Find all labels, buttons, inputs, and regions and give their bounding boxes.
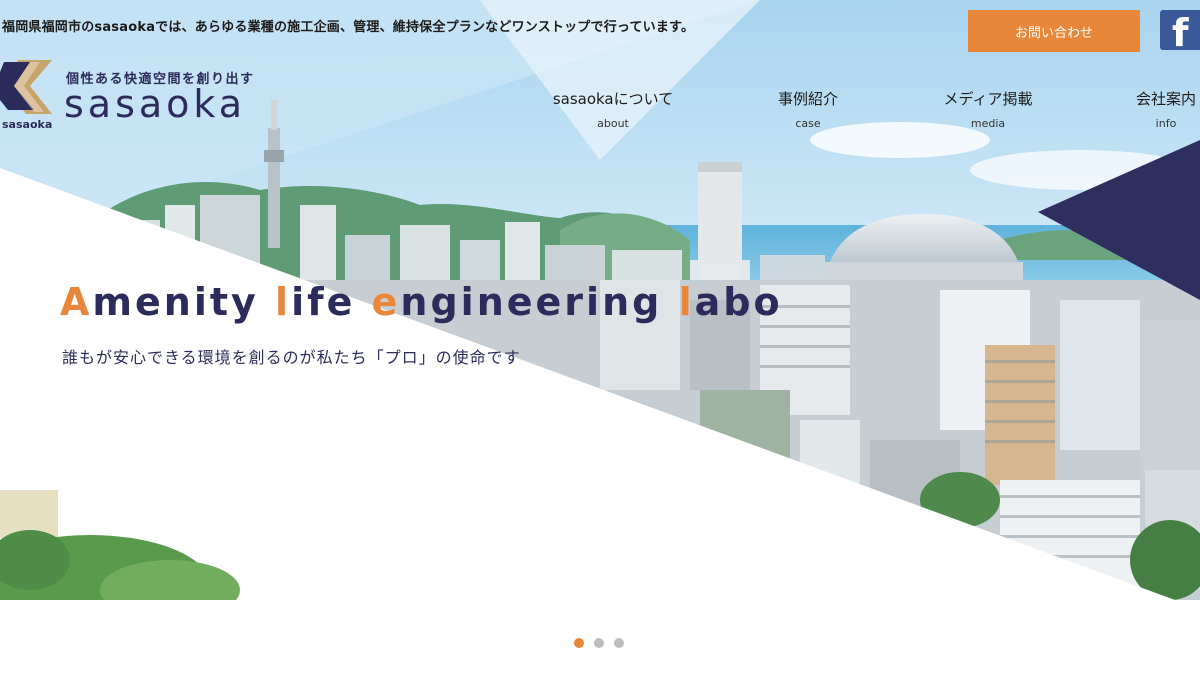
site-tagline: 福岡県福岡市のsasaokaでは、あらゆる業種の施工企画、管理、維持保全プランな… (2, 20, 695, 35)
headline-accent: A (60, 280, 93, 324)
facebook-button[interactable]: f (1160, 10, 1200, 50)
trees-image (0, 490, 240, 600)
facebook-icon: f (1172, 11, 1189, 50)
headline-accent: l (678, 280, 695, 324)
headline-text: abo (694, 280, 783, 324)
headline-text: ngineering (400, 280, 679, 324)
nav-item-case[interactable]: 事例紹介 case (778, 90, 838, 130)
nav-item-label: メディア掲載 (943, 90, 1033, 108)
main-nav: sasaokaについて about 事例紹介 case メディア掲載 media… (0, 90, 1200, 134)
nav-item-sublabel: media (970, 117, 1006, 130)
nav-item-sublabel: case (795, 117, 821, 130)
nav-item-sublabel: about (597, 117, 629, 130)
slider-dot-1[interactable] (574, 638, 584, 648)
nav-item-sublabel: info (1155, 117, 1177, 130)
nav-item-about[interactable]: sasaokaについて about (553, 90, 673, 130)
contact-button[interactable]: お問い合わせ (968, 10, 1140, 52)
nav-item-label: 会社案内 (1135, 90, 1197, 108)
headline-accent: e (371, 280, 401, 324)
headline-text: ife (291, 280, 372, 324)
nav-item-label: 事例紹介 (777, 90, 839, 108)
nav-item-info[interactable]: 会社案内 info (1136, 90, 1196, 130)
slider-dot-3[interactable] (614, 638, 624, 648)
nav-item-media[interactable]: メディア掲載 media (944, 90, 1033, 130)
hero-subline: 誰もが安心できる環境を創るのが私たち「プロ」の使命です (62, 348, 521, 367)
slider-dot-2[interactable] (594, 638, 604, 648)
slider-dots (574, 638, 624, 648)
hero-headline: Amenity life engineering labo (60, 278, 783, 326)
nav-item-label: sasaokaについて (552, 90, 674, 108)
headline-text: menity (92, 280, 276, 324)
headline-accent: l (275, 280, 292, 324)
